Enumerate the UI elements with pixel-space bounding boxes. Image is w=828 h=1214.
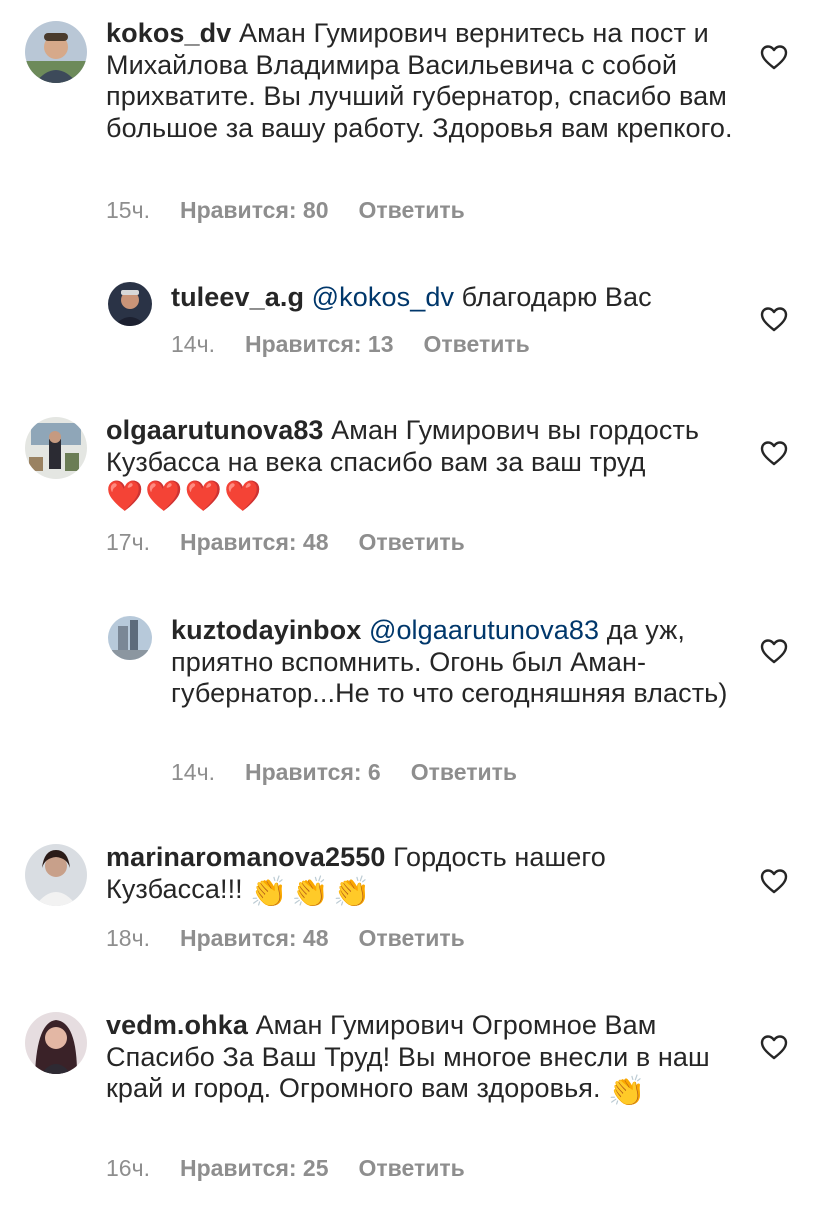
reply-button[interactable]: Ответить [359, 529, 465, 555]
comment-time: 18ч. [106, 925, 150, 951]
heart-outline-icon[interactable] [760, 1034, 788, 1060]
avatar[interactable] [108, 616, 152, 660]
comment-time: 14ч. [171, 759, 215, 785]
clapping-emoji: 👏 [608, 1075, 646, 1108]
comment-username[interactable]: vedm.ohka [106, 1010, 248, 1040]
comment-time: 16ч. [106, 1155, 150, 1181]
comment-body: vedm.ohka Аман Гумирович Огромное Вам Сп… [106, 1010, 746, 1108]
comment-item: olgaarutunova83 Аман Гумирович вы гордос… [0, 400, 828, 570]
comment-meta: 18ч. Нравится: 48 Ответить [106, 925, 495, 952]
likes-count[interactable]: Нравится: 48 [180, 925, 329, 951]
heart-outline-icon[interactable] [760, 638, 788, 664]
comment-body: kokos_dv Аман Гумирович вернитесь на пос… [106, 18, 746, 144]
heart-emoji: ❤️❤️❤️❤️ [106, 480, 264, 513]
heart-outline-icon[interactable] [760, 868, 788, 894]
comment-body: tuleev_a.g @kokos_dv благодарю Вас [171, 282, 741, 314]
avatar[interactable] [25, 417, 87, 479]
avatar[interactable] [25, 1012, 87, 1074]
avatar[interactable] [25, 844, 87, 906]
comment-body: olgaarutunova83 Аман Гумирович вы гордос… [106, 415, 746, 513]
likes-count[interactable]: Нравится: 13 [245, 331, 394, 357]
comment-time: 17ч. [106, 529, 150, 555]
reply-item: kuztodayinbox @olgaarutunova83 да уж, пр… [0, 600, 828, 800]
likes-count[interactable]: Нравится: 6 [245, 759, 381, 785]
comment-item: kokos_dv Аман Гумирович вернитесь на пос… [0, 0, 828, 240]
comment-meta: 16ч. Нравится: 25 Ответить [106, 1155, 495, 1182]
comment-body: kuztodayinbox @olgaarutunova83 да уж, пр… [171, 615, 741, 710]
likes-count[interactable]: Нравится: 48 [180, 529, 329, 555]
comment-body: marinaromanova2550 Гордость нашего Кузба… [106, 842, 746, 908]
comment-username[interactable]: olgaarutunova83 [106, 415, 324, 445]
mention-link[interactable]: @kokos_dv [312, 282, 454, 312]
reply-button[interactable]: Ответить [424, 331, 530, 357]
comment-username[interactable]: marinaromanova2550 [106, 842, 385, 872]
comment-time: 15ч. [106, 197, 150, 223]
heart-outline-icon[interactable] [760, 44, 788, 70]
comment-time: 14ч. [171, 331, 215, 357]
mention-link[interactable]: @olgaarutunova83 [369, 615, 599, 645]
heart-outline-icon[interactable] [760, 306, 788, 332]
comment-username[interactable]: kuztodayinbox [171, 615, 361, 645]
reply-item: tuleev_a.g @kokos_dv благодарю Вас 14ч. Н… [0, 260, 828, 370]
avatar[interactable] [108, 282, 152, 326]
comment-meta: 14ч. Нравится: 13 Ответить [171, 331, 560, 358]
comment-meta: 17ч. Нравится: 48 Ответить [106, 529, 495, 556]
avatar[interactable] [25, 21, 87, 83]
likes-count[interactable]: Нравится: 80 [180, 197, 329, 223]
reply-button[interactable]: Ответить [359, 925, 465, 951]
comment-username[interactable]: tuleev_a.g [171, 282, 304, 312]
comment-item: marinaromanova2550 Гордость нашего Кузба… [0, 830, 828, 970]
reply-button[interactable]: Ответить [359, 197, 465, 223]
comment-meta: 14ч. Нравится: 6 Ответить [171, 759, 547, 786]
comment-text: благодарю Вас [461, 282, 652, 312]
reply-button[interactable]: Ответить [411, 759, 517, 785]
comment-username[interactable]: kokos_dv [106, 18, 231, 48]
comment-item: vedm.ohka Аман Гумирович Огромное Вам Сп… [0, 1000, 828, 1214]
heart-outline-icon[interactable] [760, 440, 788, 466]
reply-button[interactable]: Ответить [359, 1155, 465, 1181]
clapping-emoji: 👏👏👏 [250, 875, 375, 909]
comment-meta: 15ч. Нравится: 80 Ответить [106, 197, 495, 224]
likes-count[interactable]: Нравится: 25 [180, 1155, 329, 1181]
